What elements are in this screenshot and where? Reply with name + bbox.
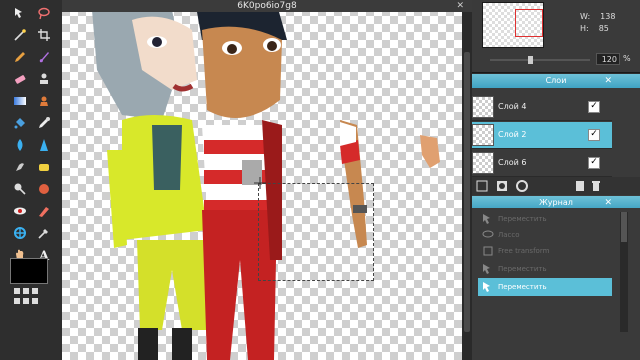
width-label: W: (580, 12, 591, 21)
gradient-icon[interactable] (10, 91, 30, 111)
layer-row[interactable]: Слой 4 ✓ (472, 94, 612, 121)
history-scrollbar-thumb[interactable] (621, 212, 627, 242)
clone-stamp-icon[interactable] (34, 69, 54, 89)
right-panels: W: 138 H: 85 120 % Слои ✕ Слой 4 ✓ Слой 2 … (472, 0, 640, 360)
history-item-label: Переместить (498, 283, 547, 291)
scrollbar-thumb[interactable] (464, 52, 470, 332)
zoom-slider-handle[interactable] (528, 56, 533, 64)
tool-grid: A (8, 2, 56, 288)
dodge-icon[interactable] (10, 179, 30, 199)
eraser-icon[interactable] (10, 69, 30, 89)
layer-thumbnail (472, 152, 494, 174)
girl-pants (137, 240, 210, 330)
layers-close-icon[interactable]: ✕ (604, 74, 612, 88)
crop-icon[interactable] (34, 25, 54, 45)
history-list: Переместить Лассо Free transform Перемес… (472, 208, 640, 360)
sponge-icon[interactable] (34, 157, 54, 177)
layer-name: Слой 4 (498, 102, 527, 111)
drawing-icon[interactable] (10, 223, 30, 243)
history-item-selected[interactable]: Переместить (478, 278, 612, 296)
sharpen-icon[interactable] (34, 135, 54, 155)
layer-visibility-checkbox[interactable]: ✓ (588, 101, 600, 113)
crosshair-cursor-icon (254, 177, 266, 189)
burn-icon[interactable] (34, 179, 54, 199)
zoom-input[interactable]: 120 (596, 53, 620, 65)
document-title-bar: 6K0po6io7g8 ✕ (62, 0, 472, 12)
layer-visibility-checkbox[interactable]: ✓ (588, 129, 600, 141)
drop-icon[interactable] (10, 135, 30, 155)
close-icon[interactable]: ✕ (456, 0, 464, 12)
navigator-panel: W: 138 H: 85 120 % (472, 0, 640, 73)
palette-grid-icon[interactable] (14, 288, 40, 306)
move-tool-icon[interactable] (10, 3, 30, 23)
layer-row-selected[interactable]: Слой 2 ✓ (472, 122, 612, 149)
image-editor-app: A 6K0po6io7g8 ✕ W: 138 H: 85 120 % Слои … (0, 0, 640, 360)
detached-hand (420, 135, 440, 168)
color-picker-icon[interactable] (34, 113, 54, 133)
magic-wand-icon[interactable] (10, 25, 30, 45)
history-item[interactable]: Free transform (478, 242, 612, 260)
document-title: 6K0po6io7g8 (237, 1, 297, 11)
girl-top (152, 125, 182, 190)
toolbox: A (0, 0, 63, 360)
red-eye-icon[interactable] (10, 201, 30, 221)
eyedropper-icon[interactable] (34, 223, 54, 243)
transform-icon (483, 246, 493, 256)
move-icon (483, 264, 490, 274)
layer-toolbar (472, 177, 640, 195)
layer-effects-icon[interactable] (516, 180, 528, 192)
smudge-icon[interactable] (10, 157, 30, 177)
layer-name: Слой 2 (498, 130, 527, 139)
new-layer-icon[interactable] (574, 180, 586, 192)
layer-mask-icon[interactable] (496, 180, 508, 192)
girl-lips (172, 83, 194, 92)
history-item[interactable]: Переместить (478, 260, 612, 278)
foreground-color-swatch[interactable] (10, 258, 48, 284)
zoom-row: 120 % (480, 53, 632, 66)
lasso-tool-icon[interactable] (34, 3, 54, 23)
stamp-icon[interactable] (34, 91, 54, 111)
navigator-viewport[interactable] (515, 9, 543, 37)
layers-panel-title: Слои (545, 76, 567, 85)
layer-name: Слой 6 (498, 158, 527, 167)
move-icon (483, 214, 490, 224)
width-value: 138 (600, 12, 616, 21)
zoom-unit: % (623, 54, 631, 63)
layer-visibility-checkbox[interactable]: ✓ (588, 157, 600, 169)
paint-bucket-icon[interactable] (10, 113, 30, 133)
width-readout: W: 138 (580, 12, 615, 21)
height-readout: H: 85 (580, 24, 609, 33)
zoom-slider[interactable] (490, 56, 590, 64)
brush-icon[interactable] (34, 47, 54, 67)
pencil-icon[interactable] (10, 47, 30, 67)
height-value: 85 (598, 24, 609, 33)
canvas-scrollbar[interactable] (462, 12, 472, 360)
lasso-icon (482, 230, 494, 238)
layer-thumbnail (472, 124, 494, 146)
move-icon (483, 282, 490, 292)
trash-icon[interactable] (590, 180, 602, 192)
layer-properties-icon[interactable] (476, 180, 488, 192)
height-label: H: (580, 24, 589, 33)
layer-row[interactable]: Слой 6 ✓ (472, 150, 612, 177)
layer-thumbnail (472, 96, 494, 118)
history-scrollbar[interactable] (620, 212, 628, 332)
layers-panel-header: Слои ✕ (472, 74, 640, 88)
history-panel-title: Журнал (539, 198, 573, 207)
navigator-thumbnail[interactable] (482, 2, 544, 48)
history-item-label: Переместить (498, 265, 547, 273)
selection-marquee[interactable] (258, 183, 374, 281)
color-replace-icon[interactable] (34, 201, 54, 221)
history-item-label: Free transform (498, 247, 550, 255)
